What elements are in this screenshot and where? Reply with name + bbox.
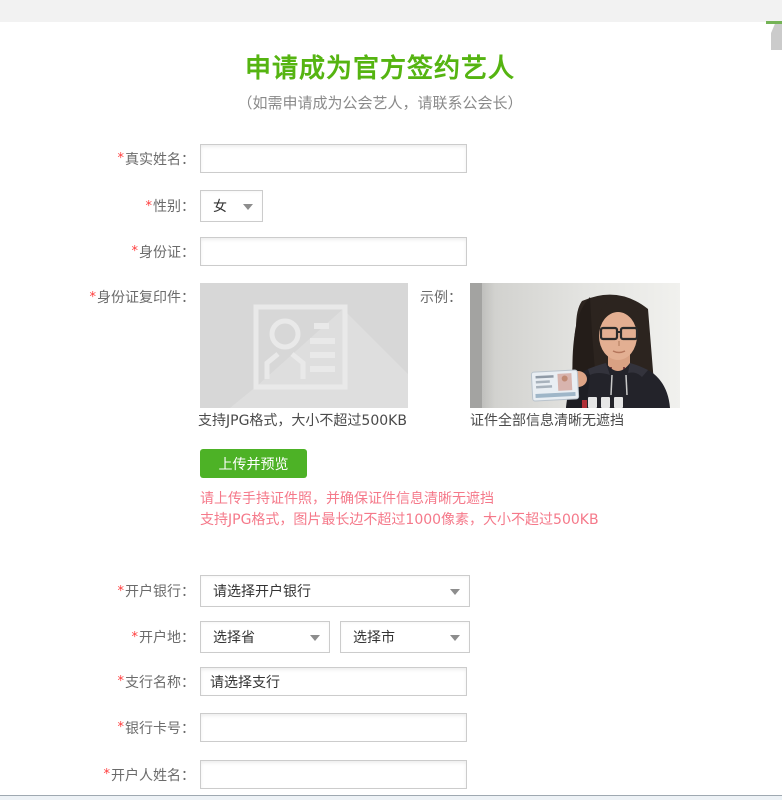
card-number-label: * 银行卡号： [117, 720, 196, 737]
example-label: 示例： [420, 290, 462, 306]
upload-warning-line2: 支持JPG格式，图片最长边不超过1000像素，大小不超过500KB [200, 512, 599, 528]
real-name-input[interactable] [200, 144, 467, 173]
city-select-value: 选择市 [353, 630, 395, 646]
required-asterisk: * [131, 244, 139, 259]
bank-select[interactable]: 请选择开户银行 [200, 575, 470, 607]
chevron-down-icon [243, 204, 253, 210]
id-number-input[interactable] [200, 237, 467, 266]
required-asterisk: * [89, 289, 97, 305]
card-number-input[interactable] [200, 713, 467, 742]
person-holding-id-photo [470, 283, 680, 408]
province-select-value: 选择省 [213, 630, 255, 646]
scrollbar-thumb[interactable] [771, 24, 782, 50]
example-caption: 证件全部信息清晰无遮挡 [470, 413, 624, 429]
id-number-label: * 身份证： [131, 244, 196, 261]
bank-select-value: 请选择开户银行 [213, 584, 311, 600]
branch-name-label: * 支行名称： [117, 674, 196, 691]
gender-label: * 性别： [145, 198, 196, 216]
chevron-down-icon [450, 635, 460, 641]
account-holder-label: * 开户人姓名： [103, 767, 196, 784]
page-title: 申请成为官方签约艺人 [244, 54, 515, 84]
required-asterisk: * [103, 767, 111, 782]
gender-select[interactable]: 女 [200, 190, 263, 222]
chevron-down-icon [450, 589, 460, 595]
id-copy-label: * 身份证复印件： [89, 289, 196, 307]
sample-photo [470, 283, 680, 408]
gender-select-value: 女 [213, 199, 227, 215]
page-subtitle: （如需申请成为公会艺人，请联系公会长） [237, 94, 523, 112]
real-name-label: * 真实姓名： [117, 151, 196, 168]
signing-application-page: 申请成为官方签约艺人 （如需申请成为公会艺人，请联系公会长） * 真实姓名： *… [0, 0, 782, 800]
id-card-placeholder-icon [200, 283, 408, 408]
bank-location-label: * 开户地： [131, 629, 196, 647]
required-asterisk: * [145, 198, 153, 214]
scrollbar-top-marker [766, 21, 782, 24]
upload-warning-line1: 请上传手持证件照，并确保证件信息清晰无遮挡 [200, 491, 494, 507]
required-asterisk: * [117, 720, 125, 735]
required-asterisk: * [117, 151, 125, 166]
bank-label: * 开户银行： [117, 583, 196, 601]
required-asterisk: * [117, 674, 125, 689]
window-top-strip [0, 0, 782, 22]
id-copy-upload-area[interactable] [200, 283, 408, 408]
province-select[interactable]: 选择省 [200, 621, 330, 653]
required-asterisk: * [131, 629, 139, 645]
upload-format-hint: 支持JPG格式，大小不超过500KB [198, 413, 407, 429]
required-asterisk: * [117, 583, 125, 599]
window-bottom-edge [0, 795, 782, 800]
branch-name-input[interactable] [200, 667, 467, 696]
account-holder-input[interactable] [200, 760, 467, 789]
city-select[interactable]: 选择市 [340, 621, 470, 653]
upload-preview-button[interactable]: 上传并预览 [200, 449, 307, 478]
chevron-down-icon [310, 635, 320, 641]
